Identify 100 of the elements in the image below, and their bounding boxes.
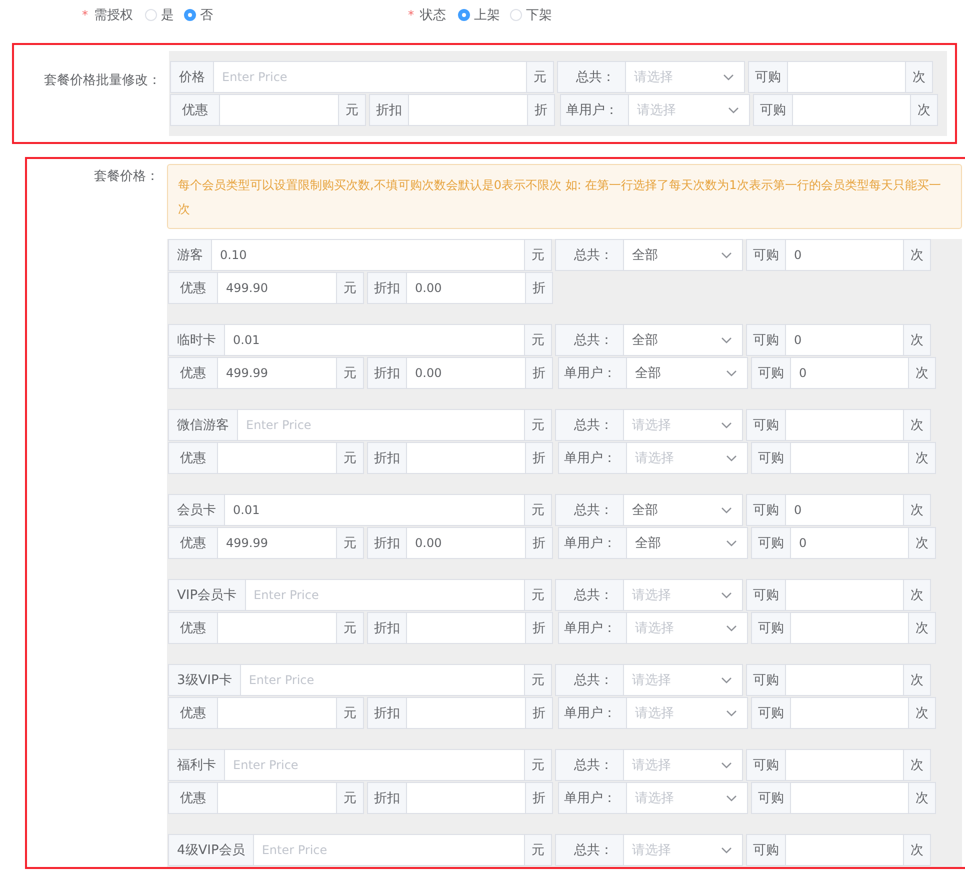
option-label: 下架 [526, 7, 552, 24]
input-field[interactable] [218, 442, 336, 474]
field-label: 会员卡 [168, 494, 225, 526]
input-field[interactable] [786, 409, 903, 441]
input-field[interactable] [788, 61, 905, 93]
input-field[interactable] [407, 612, 525, 644]
input-field[interactable]: 0.10 [212, 239, 524, 271]
input-field[interactable]: 499.99 [218, 357, 336, 389]
unit-label: 元 [336, 442, 364, 474]
select-field[interactable]: 全部 [624, 324, 743, 356]
unit-label: 次 [903, 579, 931, 611]
section-label: 套餐价格批量修改： [43, 72, 162, 90]
unit-label: 元 [336, 357, 364, 389]
field-label: 可购 [751, 782, 791, 814]
chevron-down-icon [726, 370, 737, 376]
select-field[interactable]: 全部 [627, 527, 748, 559]
input-field[interactable]: 0 [791, 357, 908, 389]
input-field[interactable]: 0.00 [407, 357, 525, 389]
input-field[interactable]: 499.99 [218, 527, 336, 559]
field-label: 可购 [746, 239, 786, 271]
unit-label: 元 [336, 782, 364, 814]
input-field[interactable] [407, 442, 525, 474]
field-label: 需授权 [94, 7, 133, 24]
input-field[interactable]: Enter Price [246, 579, 524, 611]
field-label: 总共： [555, 579, 624, 611]
input-field[interactable]: Enter Price [238, 409, 524, 441]
select-field[interactable]: 全部 [627, 357, 748, 389]
input-field[interactable]: 0.00 [407, 272, 525, 304]
input-field[interactable]: Enter Price [225, 749, 524, 781]
option-label: 上架 [474, 7, 500, 24]
input-field[interactable] [218, 782, 336, 814]
unit-label: 元 [524, 664, 552, 696]
unit-label: 次 [908, 442, 936, 474]
select-field[interactable]: 全部 [624, 239, 743, 271]
radio-button[interactable] [458, 9, 470, 21]
input-field[interactable] [407, 697, 525, 729]
chevron-down-icon [726, 624, 737, 632]
unit-label: 次 [903, 749, 931, 781]
required-mark: * [408, 8, 414, 22]
unit-label: 次 [908, 612, 936, 644]
field-label: 优惠 [168, 782, 218, 814]
radio-button[interactable] [184, 9, 196, 21]
input-field[interactable]: Enter Price [240, 664, 524, 696]
unit-label: 次 [903, 494, 931, 526]
chevron-down-icon [721, 422, 732, 428]
input-field[interactable] [791, 442, 908, 474]
chevron-down-icon [721, 336, 732, 344]
unit-label: 元 [524, 409, 552, 441]
unit-label: 次 [903, 324, 931, 356]
input-field[interactable] [786, 579, 903, 611]
chevron-down-icon [721, 846, 732, 854]
input-field[interactable] [407, 782, 525, 814]
chevron-down-icon [721, 506, 732, 514]
input-field[interactable] [786, 834, 903, 866]
field-label: 单用户： [558, 697, 627, 729]
unit-label: 元 [336, 527, 364, 559]
field-label: 3级VIP卡 [168, 664, 241, 696]
input-field[interactable]: 0 [791, 527, 908, 559]
field-label: 优惠 [168, 272, 218, 304]
input-field[interactable] [220, 94, 338, 126]
field-label: 4级VIP会员 [168, 834, 254, 866]
field-label: 总共： [555, 749, 624, 781]
input-field[interactable] [409, 94, 527, 126]
field-label: 折扣 [367, 612, 407, 644]
unit-label: 元 [336, 272, 364, 304]
unit-label: 元 [524, 579, 552, 611]
input-field[interactable]: 0 [786, 494, 903, 526]
input-field[interactable]: 0 [786, 324, 903, 356]
field-label: 可购 [751, 697, 791, 729]
chevron-down-icon [721, 676, 732, 684]
input-field[interactable] [791, 782, 908, 814]
unit-label: 次 [903, 834, 931, 866]
input-field[interactable] [786, 664, 903, 696]
field-label: 微信游客 [168, 409, 238, 441]
unit-label: 元 [524, 834, 552, 866]
unit-label: 折 [525, 442, 553, 474]
input-field[interactable]: 0.01 [225, 324, 524, 356]
field-label: 福利卡 [168, 749, 225, 781]
field-label: 可购 [748, 61, 788, 93]
input-field[interactable] [793, 94, 910, 126]
required-mark: * [82, 8, 88, 22]
input-field[interactable] [218, 612, 336, 644]
unit-label: 次 [910, 94, 938, 126]
input-field[interactable]: Enter Price [254, 834, 524, 866]
input-field[interactable] [791, 612, 908, 644]
chevron-down-icon [721, 252, 732, 258]
input-field[interactable]: Enter Price [214, 61, 526, 93]
input-field[interactable] [218, 697, 336, 729]
input-field[interactable] [791, 697, 908, 729]
unit-label: 次 [903, 239, 931, 271]
field-label: 可购 [751, 442, 791, 474]
input-field[interactable]: 0.01 [225, 494, 524, 526]
field-label: 折扣 [367, 782, 407, 814]
unit-label: 元 [526, 61, 554, 93]
input-field[interactable]: 0 [786, 239, 903, 271]
input-field[interactable]: 499.90 [218, 272, 336, 304]
select-field[interactable]: 全部 [624, 494, 743, 526]
field-label: 游客 [168, 239, 212, 271]
input-field[interactable] [786, 749, 903, 781]
input-field[interactable]: 0.00 [407, 527, 525, 559]
